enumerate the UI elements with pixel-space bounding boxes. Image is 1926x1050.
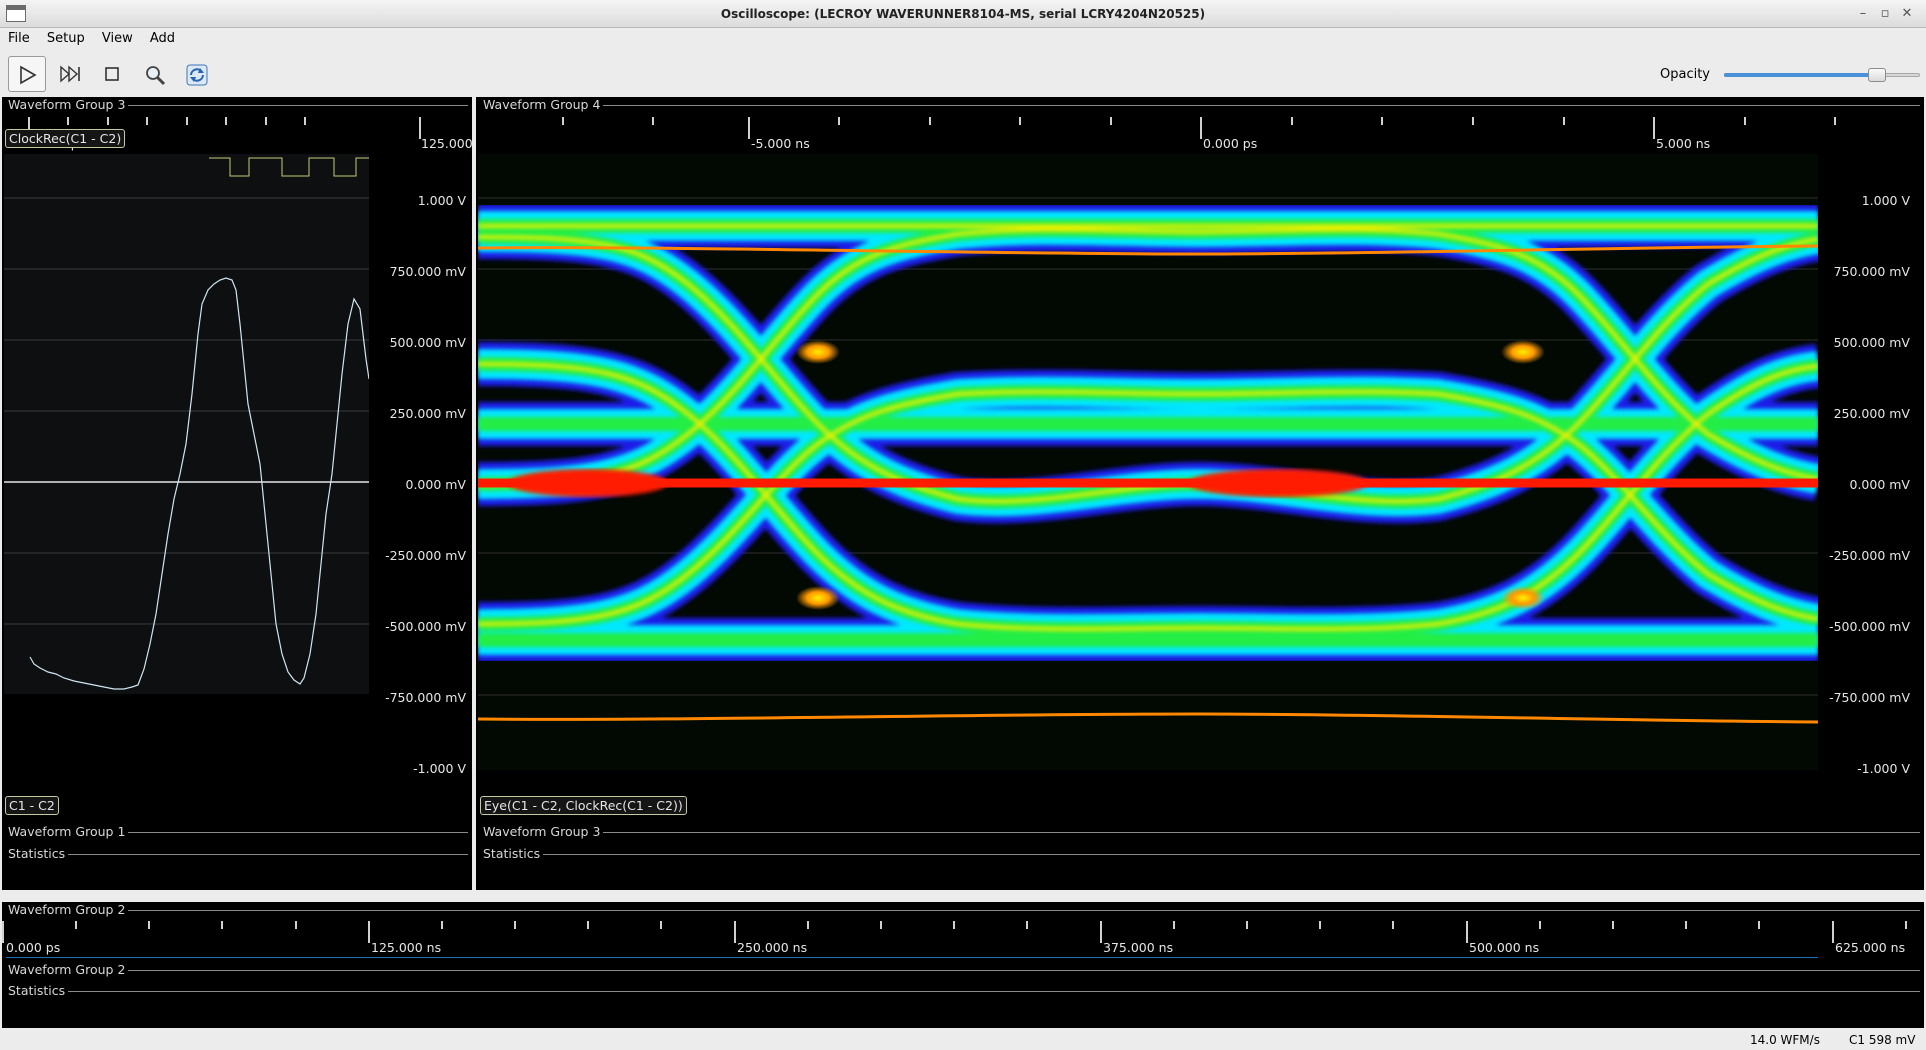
waveform-plot[interactable] [4, 154, 369, 694]
voltage-label: -750.000 mV [1829, 690, 1910, 705]
time-label: 500.000 ns [1469, 940, 1540, 955]
slider-fill [1724, 73, 1877, 77]
voltage-label: -250.000 mV [385, 548, 466, 563]
maximize-icon[interactable]: ▫ [1874, 4, 1896, 24]
voltage-label: -1.000 V [413, 761, 466, 776]
menu-view[interactable]: View [97, 28, 138, 46]
zoom-button[interactable] [135, 56, 173, 92]
voltage-label: -250.000 mV [1829, 548, 1910, 563]
play-icon [20, 65, 37, 85]
left-waveform-panel[interactable]: Waveform Group 3 0.000 ps 125.000 ClockR… [2, 97, 473, 890]
time-label: 0.000 ps [6, 940, 61, 955]
group-title: Waveform Group 1 [5, 824, 129, 839]
voltage-label: 750.000 mV [1833, 264, 1910, 279]
toolbar: Opacity [0, 52, 1926, 97]
menu-file[interactable]: File [3, 28, 35, 46]
voltage-label: 500.000 mV [389, 335, 466, 350]
refresh-icon [186, 64, 208, 86]
voltage-label: 0.000 mV [405, 477, 467, 492]
status-bar: 14.0 WFM/s C1 598 mV [0, 1030, 1926, 1050]
stop-button[interactable] [93, 56, 131, 92]
channel-measurement: C1 598 mV [1849, 1033, 1916, 1047]
statistics-title: Statistics [5, 983, 69, 998]
title-bar: Oscilloscope: (LECROY WAVERUNNER8104-MS,… [0, 0, 1926, 28]
statistics-title: Statistics [480, 846, 544, 861]
opacity-label: Opacity [1660, 67, 1711, 82]
eye-crossing-hotspot [1501, 586, 1545, 610]
stop-icon [105, 67, 119, 81]
run-button[interactable] [8, 56, 46, 92]
voltage-label: 0.000 mV [1849, 477, 1911, 492]
voltage-label: -500.000 mV [385, 619, 466, 634]
timeline-bar [6, 957, 1818, 958]
time-label: 625.000 ns [1835, 940, 1906, 955]
eye-diagram-plot[interactable] [478, 154, 1818, 770]
zoom-icon [146, 66, 166, 86]
voltage-label: 500.000 mV [1833, 335, 1910, 350]
group-title: Waveform Group 3 [5, 97, 129, 112]
menu-bar: File Setup View Add [0, 28, 1926, 52]
time-label: 125.000 ns [371, 940, 442, 955]
menu-setup[interactable]: Setup [42, 28, 90, 46]
time-label: -5.000 ns [751, 136, 810, 151]
step-forward-icon [60, 65, 80, 83]
eye-waveform-panel[interactable]: Waveform Group 4 -5.000 ns 0.000 ps 5.00… [476, 97, 1924, 890]
eye-hotspot-left [508, 469, 668, 497]
close-icon[interactable]: ✕ [1896, 4, 1918, 24]
menu-add[interactable]: Add [145, 28, 180, 46]
voltage-label: -750.000 mV [385, 690, 466, 705]
voltage-label: 750.000 mV [389, 264, 466, 279]
voltage-label: 1.000 V [417, 193, 466, 208]
group-title: Waveform Group 2 [5, 962, 129, 977]
time-label: 5.000 ns [1656, 136, 1711, 151]
voltage-label: -1.000 V [1857, 761, 1910, 776]
waveform-rate: 14.0 WFM/s [1750, 1033, 1820, 1047]
time-label: 0.000 ps [1203, 136, 1258, 151]
slider-handle[interactable] [1867, 68, 1886, 82]
single-trigger-button[interactable] [51, 56, 89, 92]
voltage-label: 250.000 mV [1833, 406, 1910, 421]
trace-tag-clockrec[interactable]: ClockRec(C1 - C2) [5, 129, 126, 148]
voltage-label: -500.000 mV [1829, 619, 1910, 634]
refresh-button[interactable] [177, 56, 215, 92]
eye-crossing-hotspot [796, 586, 840, 610]
opacity-slider[interactable] [1724, 68, 1920, 82]
group-title: Waveform Group 4 [480, 97, 604, 112]
voltage-label: 250.000 mV [389, 406, 466, 421]
eye-crossing-hotspot [1501, 340, 1545, 364]
time-label: 250.000 ns [737, 940, 808, 955]
group-title: Waveform Group 3 [480, 824, 604, 839]
window-title: Oscilloscope: (LECROY WAVERUNNER8104-MS,… [720, 7, 1206, 21]
eye-crossing-hotspot [796, 340, 840, 364]
horizontal-splitter[interactable] [0, 890, 1926, 902]
trace-tag-c1-c2[interactable]: C1 - C2 [5, 796, 59, 815]
bottom-waveform-panel[interactable]: Waveform Group 2 0.000 ps 125.000 ns 250… [2, 902, 1924, 1028]
eye-hotspot-center [1188, 469, 1368, 497]
trace-tag-eye[interactable]: Eye(C1 - C2, ClockRec(C1 - C2)) [480, 796, 687, 815]
voltage-label: 1.000 V [1861, 193, 1910, 208]
time-label: 375.000 ns [1103, 940, 1174, 955]
time-label: 125.000 [421, 136, 473, 151]
group-title: Waveform Group 2 [5, 902, 129, 917]
statistics-title: Statistics [5, 846, 69, 861]
minimize-icon[interactable]: – [1852, 4, 1874, 24]
